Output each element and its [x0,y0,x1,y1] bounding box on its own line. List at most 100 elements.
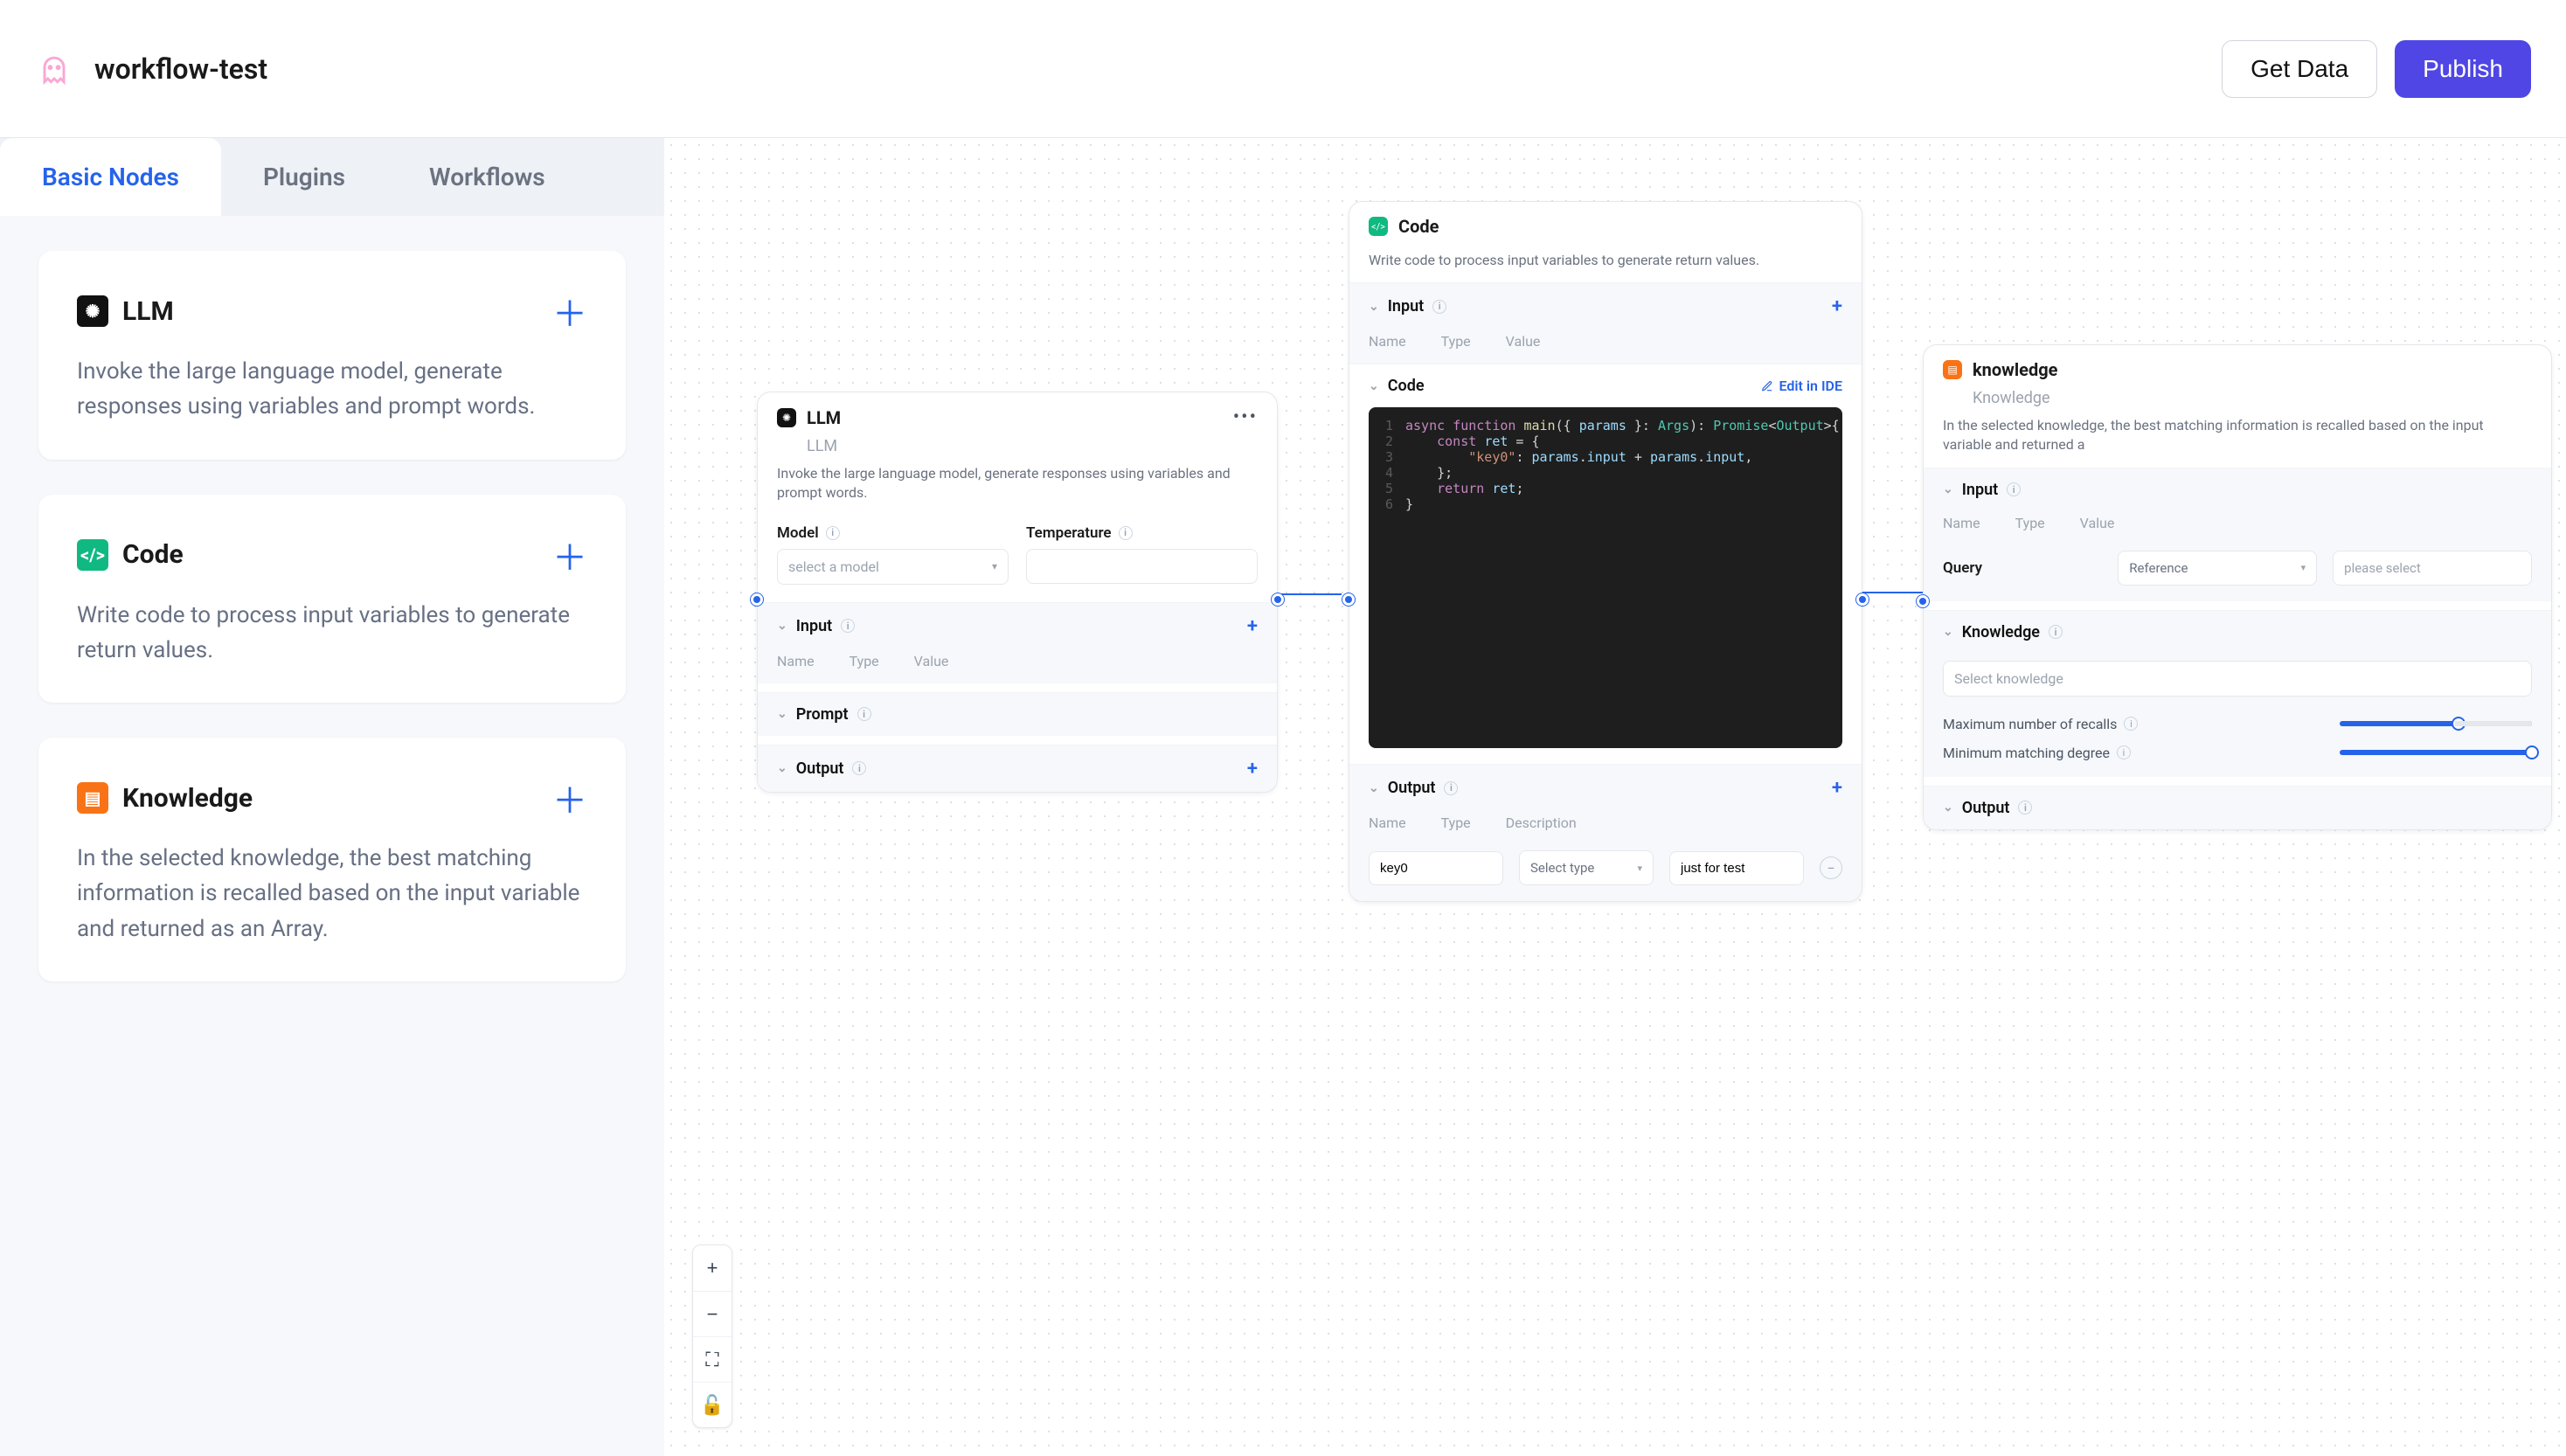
min-match-label: Minimum matching degree [1943,745,2110,761]
query-name: Query [1943,559,1982,577]
output-remove-button[interactable]: − [1820,856,1842,879]
palette-card-knowledge: ▤ Knowledge ＋ In the selected knowledge,… [38,738,626,981]
col-type: Type [1441,815,1471,831]
output-desc-input[interactable] [1669,851,1804,885]
col-type: Type [2015,515,2045,531]
code-input-add[interactable]: + [1832,295,1842,317]
max-recalls-slider[interactable] [2340,721,2532,726]
port-in[interactable] [751,593,763,606]
chevron-icon[interactable]: ⌄ [1369,781,1379,795]
tab-workflows[interactable]: Workflows [387,138,587,216]
knowledge-icon: ▤ [1943,360,1962,379]
llm-node-subtitle: LLM [787,437,1277,455]
get-data-button[interactable]: Get Data [2222,40,2377,98]
edit-in-ide-link[interactable]: Edit in IDE [1761,378,1842,394]
col-desc: Description [1506,815,1577,831]
llm-output-label: Output [796,759,844,778]
query-value-select[interactable]: please select [2333,551,2532,586]
chevron-icon[interactable]: ⌄ [1369,379,1379,393]
info-icon: i [2117,745,2131,759]
palette-code-title: Code [122,539,184,570]
port-out[interactable] [1272,593,1284,606]
publish-button[interactable]: Publish [2395,40,2531,98]
min-match-slider[interactable] [2340,750,2532,755]
chevron-icon[interactable]: ⌄ [777,707,787,721]
info-icon: i [852,761,866,775]
knowledge-node-title: knowledge [1973,359,2057,380]
fit-view-button[interactable]: ⛶ [693,1336,732,1382]
chevron-icon[interactable]: ⌄ [777,761,787,775]
col-value: Value [914,653,949,669]
palette-llm-title: LLM [122,296,174,327]
chevron-icon[interactable]: ⌄ [1369,300,1379,314]
zoom-out-button[interactable]: − [693,1291,732,1336]
knowledge-icon: ▤ [77,782,108,814]
llm-prompt-label: Prompt [796,705,849,724]
llm-input-label: Input [796,617,832,635]
temperature-label: Temperaturei [1026,524,1258,542]
chevron-icon[interactable]: ⌄ [1943,625,1953,639]
col-value: Value [1506,333,1541,350]
chevron-icon[interactable]: ⌄ [1943,482,1953,496]
llm-node-menu[interactable]: ••• [1233,406,1258,428]
col-name: Name [1369,333,1406,350]
code-icon: </> [77,539,108,571]
sidebar-tabs: Basic Nodes Plugins Workflows [0,138,664,216]
llm-node-title: LLM [807,407,841,428]
select-knowledge[interactable]: Select knowledge [1943,661,2532,697]
add-code-button[interactable]: ＋ [552,530,587,580]
canvas[interactable]: ✺ LLM ••• LLM Invoke the large language … [664,138,2566,1456]
info-icon: i [1119,526,1133,540]
info-icon: i [2018,801,2032,815]
code-output-label: Output [1388,779,1436,797]
info-icon: i [1432,300,1446,314]
lock-button[interactable]: 🔓 [693,1382,732,1427]
info-icon: i [2049,625,2063,639]
tab-plugins[interactable]: Plugins [221,138,387,216]
palette-knowledge-desc: In the selected knowledge, the best matc… [77,841,587,946]
query-type-select[interactable]: Reference▾ [2118,551,2317,586]
llm-output-add[interactable]: + [1247,758,1258,780]
topbar: workflow-test Get Data Publish [0,0,2566,138]
add-knowledge-button[interactable]: ＋ [552,773,587,823]
ghost-icon [35,50,73,88]
flow-node-knowledge[interactable]: ▤ knowledge Knowledge In the selected kn… [1923,344,2552,830]
port-in[interactable] [1917,595,1929,607]
col-value: Value [2080,515,2115,531]
info-icon: i [841,619,855,633]
flow-node-llm[interactable]: ✺ LLM ••• LLM Invoke the large language … [757,392,1278,793]
palette-card-llm: ✺ LLM ＋ Invoke the large language model,… [38,251,626,460]
code-icon: </> [1369,217,1388,236]
tab-basic-nodes[interactable]: Basic Nodes [0,138,221,216]
code-node-title: Code [1398,216,1439,237]
info-icon: i [2124,717,2138,731]
model-select[interactable]: select a model▾ [777,549,1009,585]
palette-code-desc: Write code to process input variables to… [77,598,587,669]
info-icon: i [2007,482,2021,496]
palette-card-code: </> Code ＋ Write code to process input v… [38,495,626,704]
port-out[interactable] [1856,593,1869,606]
port-in[interactable] [1342,593,1355,606]
add-llm-button[interactable]: ＋ [552,286,587,336]
col-type: Type [1441,333,1471,350]
col-name: Name [1943,515,1980,531]
llm-input-add[interactable]: + [1247,615,1258,637]
knowledge-output-label: Output [1962,799,2010,817]
code-code-label: Code [1388,377,1425,395]
temperature-input[interactable] [1026,549,1258,584]
flow-node-code[interactable]: </> Code Write code to process input var… [1349,201,1862,902]
zoom-in-button[interactable]: + [693,1245,732,1291]
code-output-add[interactable]: + [1832,777,1842,799]
model-label: Modeli [777,524,1009,542]
code-input-label: Input [1388,297,1424,315]
code-editor[interactable]: 1async function main({ params }: Args): … [1369,407,1842,748]
info-icon: i [826,526,840,540]
llm-icon: ✺ [77,295,108,327]
output-name-input[interactable] [1369,851,1503,885]
output-type-select[interactable]: Select type▾ [1519,850,1654,885]
knowledge-node-subtitle: Knowledge [1953,389,2551,407]
col-name: Name [777,653,815,669]
chevron-icon[interactable]: ⌄ [777,619,787,633]
code-node-desc: Write code to process input variables to… [1349,251,1862,282]
chevron-icon[interactable]: ⌄ [1943,801,1953,815]
